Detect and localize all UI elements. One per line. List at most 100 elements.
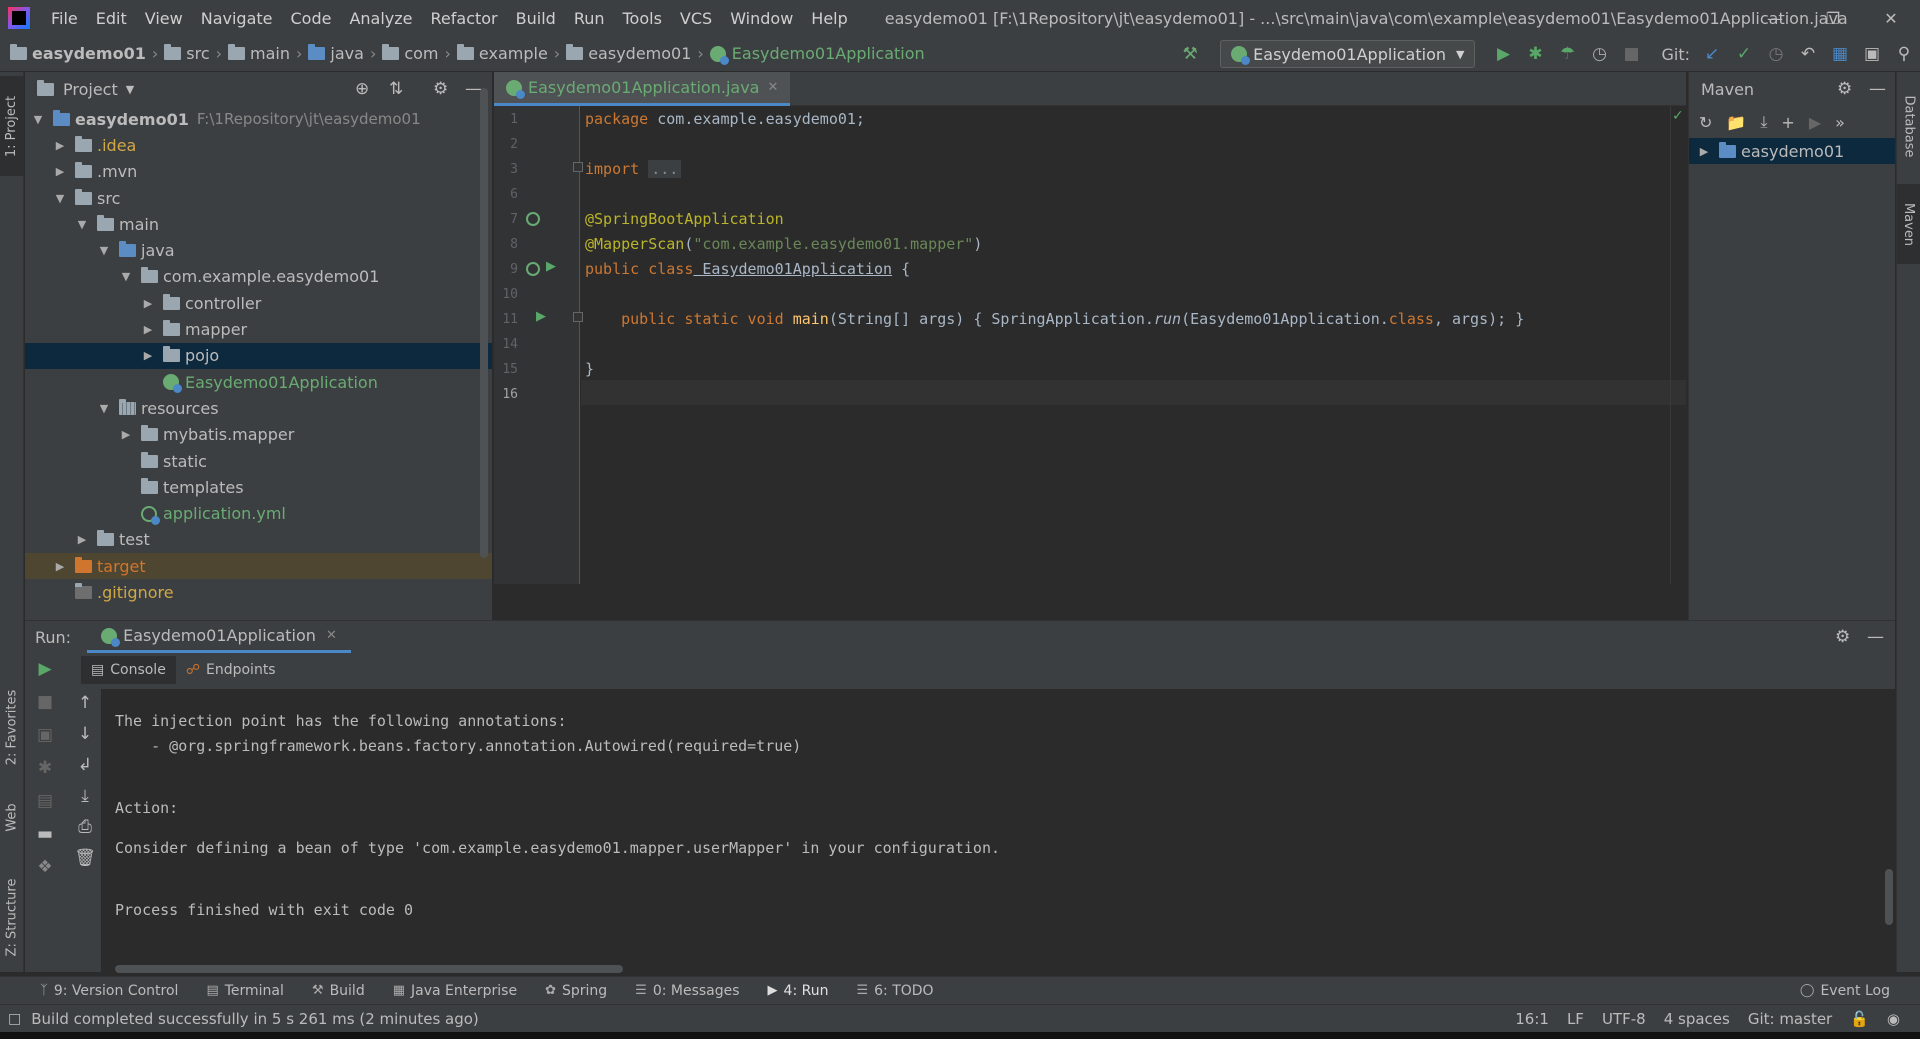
messages-tab[interactable]: ☰ 0: Messages [635,983,739,999]
spring-bean-gutter-icon[interactable] [526,212,540,226]
tree-node[interactable]: Easydemo01Application [25,369,492,395]
clear-trash-icon[interactable]: 🗑 [74,848,96,868]
restore-icon[interactable]: ❐ [1804,0,1862,36]
tree-node[interactable]: ▶ mybatis.mapper [25,422,492,448]
menu-view[interactable]: View [136,9,192,28]
tree-node[interactable]: ▶ mapper [25,316,492,342]
menu-tools[interactable]: Tools [614,9,671,28]
project-panel-title[interactable]: Project [63,80,118,99]
tree-node[interactable]: templates [25,474,492,500]
menu-analyze[interactable]: Analyze [340,9,421,28]
chevron-right-icon[interactable]: ▶ [1697,145,1711,158]
maven-tree-root[interactable]: ▶ easydemo01 [1689,138,1895,165]
layout-icon[interactable]: ▬ [37,824,53,844]
run-maven-icon[interactable]: ▶ [1809,113,1821,132]
stop-icon[interactable]: ■ [37,692,53,712]
pin-icon[interactable]: ❖ [37,857,52,877]
git-revert-icon[interactable]: ↶ [1792,38,1824,70]
spring-bean-gutter-icon[interactable] [526,262,540,276]
generate-sources-icon[interactable]: 📁 [1726,113,1746,132]
menu-window[interactable]: Window [721,9,802,28]
run-tool-tab[interactable]: ▶ 4: Run [768,983,829,999]
favorites-tool-tab[interactable]: 2: Favorites [0,672,24,782]
debug-icon[interactable]: ✱ [1519,38,1551,70]
inspector-icon[interactable]: ◉ [1887,1010,1900,1028]
web-tool-tab[interactable]: Web [0,787,24,847]
event-log-tab[interactable]: ◯ Event Log [1800,983,1890,999]
breadcrumb-project[interactable]: easydemo01 [32,44,146,63]
project-tool-tab[interactable]: 1: Project [0,76,24,176]
hide-panel-icon[interactable]: — [1869,79,1886,99]
toggle-tool-windows-icon[interactable]: □ [8,1011,21,1027]
gear-icon[interactable]: ⚙ [1837,79,1852,99]
project-structure-icon[interactable]: ▦ [1824,38,1856,70]
menu-file[interactable]: File [42,9,87,28]
fold-marker-icon[interactable] [573,162,583,172]
menu-help[interactable]: Help [802,9,856,28]
tree-scrollbar[interactable] [480,88,488,558]
chevron-down-icon[interactable]: ▼ [97,402,111,415]
tree-node[interactable]: ▼ com.example.easydemo01 [25,264,492,290]
git-branch[interactable]: Git: master [1748,1010,1832,1028]
fold-marker-icon[interactable] [573,312,583,322]
close-tab-icon[interactable]: ✕ [767,80,778,95]
maven-tool-tab[interactable]: Maven [1897,184,1920,264]
collapse-all-icon[interactable]: ⇅ [389,79,403,99]
chevron-down-icon[interactable]: ▼ [119,270,133,283]
chevron-right-icon[interactable]: ▶ [141,349,155,362]
scroll-to-end-icon[interactable]: ⤓ [81,786,89,806]
chevron-right-icon[interactable]: ▶ [53,139,67,152]
arrow-up-icon[interactable]: ↑ [78,693,92,713]
database-tool-tab[interactable]: Database [1897,76,1920,176]
console-tab[interactable]: ▤ Console [81,656,176,684]
chevron-down-icon[interactable]: ▼ [53,192,67,205]
file-encoding[interactable]: UTF-8 [1602,1010,1646,1028]
soft-wrap-icon[interactable]: ↲ [78,755,92,775]
rerun-icon[interactable]: ▶ [38,659,51,679]
breadcrumb-easydemo01[interactable]: easydemo01 [588,44,691,63]
restore-layout-icon[interactable]: ▤ [37,791,53,811]
tree-node[interactable]: static [25,448,492,474]
todo-tab[interactable]: ☰ 6: TODO [856,983,933,999]
run-configuration-select[interactable]: Easydemo01Application ▼ [1220,40,1476,68]
menu-vcs[interactable]: VCS [671,9,721,28]
locate-target-icon[interactable]: ⊕ [355,79,369,99]
build-tab[interactable]: ⚒ Build [312,983,365,999]
git-history-icon[interactable]: ◷ [1760,38,1792,70]
chevron-right-icon[interactable]: ▶ [53,560,67,573]
menu-navigate[interactable]: Navigate [192,9,282,28]
tree-node[interactable]: ▼ resources [25,395,492,421]
chevron-right-icon[interactable]: ▶ [119,428,133,441]
menu-edit[interactable]: Edit [87,9,136,28]
run-tab[interactable]: Easydemo01Application ✕ [87,621,351,653]
breadcrumb-example[interactable]: example [479,44,548,63]
tree-node[interactable]: ▼ java [25,237,492,263]
run-icon[interactable]: ▶ [1487,38,1519,70]
build-hammer-icon[interactable]: ⚒ [1174,38,1206,70]
menu-refactor[interactable]: Refactor [422,9,507,28]
arrow-down-icon[interactable]: ↓ [78,724,92,744]
tree-node[interactable]: ▶ test [25,527,492,553]
caret-position[interactable]: 16:1 [1515,1010,1549,1028]
chevron-right-icon[interactable]: ▶ [75,533,89,546]
tree-node[interactable]: ▼ src [25,185,492,211]
profile-icon[interactable]: ◷ [1583,38,1615,70]
run-gutter-icon[interactable]: ▶ [536,309,546,324]
status-message[interactable]: Build completed successfully in 5 s 261 … [31,1010,479,1028]
breadcrumb-main[interactable]: main [250,44,290,63]
chevron-right-icon[interactable]: ▶ [53,165,67,178]
tree-node[interactable]: ▶ .mvn [25,159,492,185]
tree-node[interactable]: ▶ pojo [25,342,492,369]
tree-node[interactable]: .gitignore [25,579,492,605]
close-tab-icon[interactable]: ✕ [326,628,337,643]
git-update-icon[interactable]: ↙ [1696,38,1728,70]
coverage-icon[interactable]: ☂ [1551,38,1583,70]
menu-code[interactable]: Code [282,9,341,28]
terminal-tab[interactable]: ▤ Terminal [206,983,283,999]
editor-tab-easydemo01application[interactable]: Easydemo01Application.java ✕ [494,72,791,106]
minimize-icon[interactable]: — [1746,0,1804,36]
java-enterprise-tab[interactable]: ▦ Java Enterprise [393,983,517,999]
breadcrumb-src[interactable]: src [186,44,209,63]
more-icon[interactable]: » [1835,113,1845,132]
tree-node[interactable]: ▼ main [25,211,492,237]
